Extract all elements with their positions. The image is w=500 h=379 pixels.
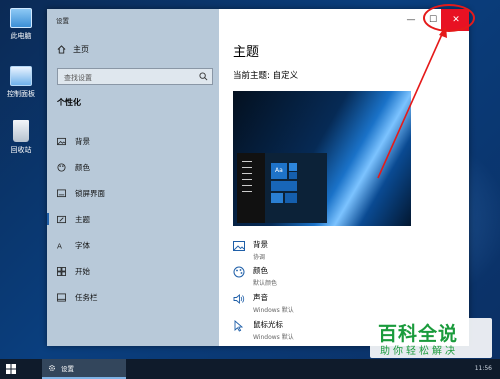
watermark-slogan: 助你轻松解决 [380,346,458,357]
taskbar-settings-app[interactable]: 设置 [42,359,126,379]
clock[interactable]: 11:56 [475,365,492,372]
taskbar-app-label: 设置 [61,365,74,373]
taskbar: 设置 11:56 [0,359,500,379]
gear-icon [49,365,55,371]
windows-start-icon[interactable] [6,364,16,374]
watermark-logo: 百科全说 助你轻松解决 [370,318,492,358]
